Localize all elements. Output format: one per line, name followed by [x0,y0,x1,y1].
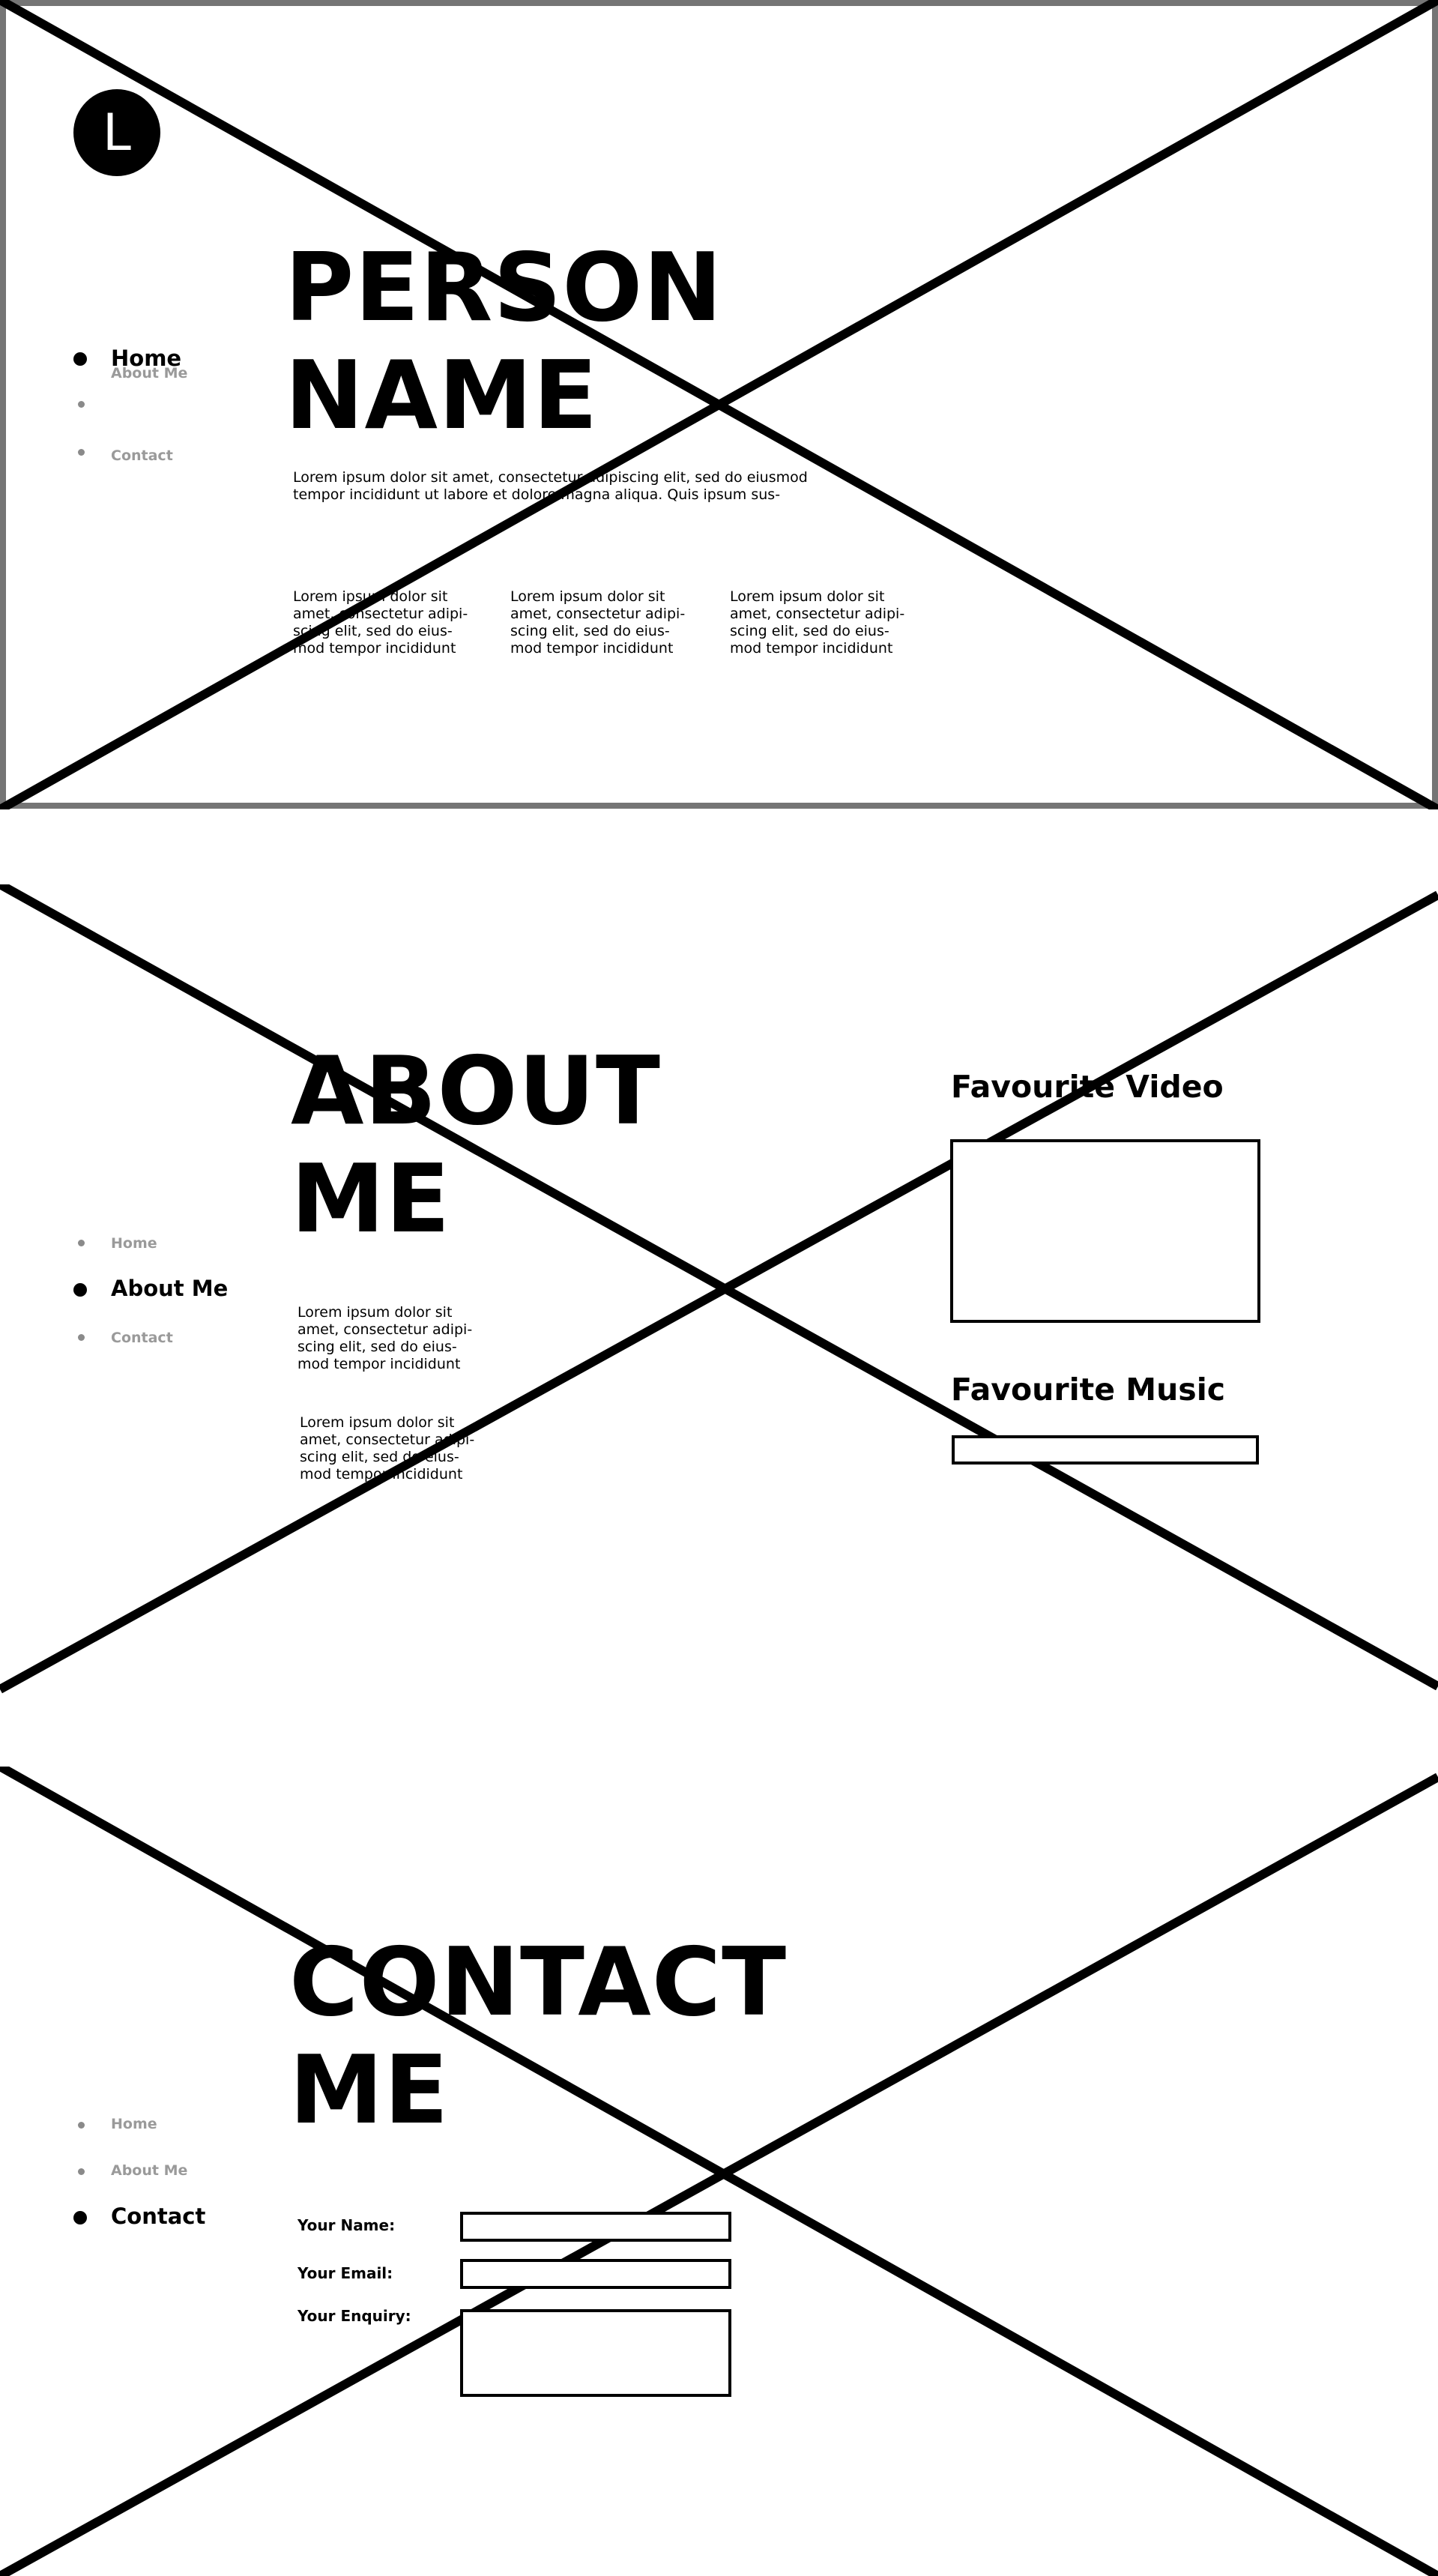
favourite-video-heading: Favourite Video [951,1069,1224,1105]
nav-dot-contact[interactable] [78,449,85,456]
nav-dot-about-me[interactable] [78,2168,85,2175]
hero-column-1: Lorem ipsum dolor sit amet, consectetur … [293,588,468,657]
contact-title-line1: CONTACT [289,1927,788,2037]
nav-link-about-me[interactable]: About Me [111,365,187,381]
nav-link-contact[interactable]: Contact [111,1330,173,1346]
nav-dot-contact-active[interactable] [73,2211,87,2224]
logo[interactable]: L [73,89,160,176]
nav-dot-home[interactable] [78,2122,85,2129]
favourite-music-player[interactable] [952,1435,1259,1465]
contact-title-line2: ME [289,2035,450,2145]
contact-title: CONTACT ME [289,1928,787,2144]
nav-link-about-me[interactable]: About Me [111,1276,228,1301]
about-paragraph-2: Lorem ipsum dolor sit amet, consectetur … [300,1414,475,1482]
nav-link-home[interactable]: Home [111,2116,157,2132]
favourite-music-heading: Favourite Music [951,1372,1226,1408]
hero-intro-text: Lorem ipsum dolor sit amet, consectetur … [293,469,808,503]
nav-dot-contact[interactable] [78,1334,85,1341]
hero-section: L Home About Me Contact PERSON NAME Lore… [0,0,1438,809]
name-field[interactable] [460,2212,731,2242]
about-title: ABOUT ME [291,1037,661,1253]
nav-link-home[interactable]: Home [111,1235,157,1252]
hero-title: PERSON NAME [285,234,723,450]
about-paragraph-1: Lorem ipsum dolor sit amet, consectetur … [297,1304,473,1372]
nav-dot-about-me[interactable] [78,401,85,408]
hero-title-line1: PERSON [285,232,723,343]
enquiry-field-label: Your Enquiry: [297,2307,411,2325]
name-field-label: Your Name: [297,2216,396,2234]
contact-section: Home About Me Contact CONTACT ME Your Na… [0,1767,1438,2576]
about-title-line1: ABOUT [291,1036,661,1146]
hero-title-line2: NAME [285,340,599,450]
nav-link-about-me[interactable]: About Me [111,2162,187,2179]
logo-letter: L [103,103,131,163]
about-title-line2: ME [291,1144,451,1254]
hero-column-3: Lorem ipsum dolor sit amet, consectetur … [730,588,905,657]
nav-link-contact[interactable]: Contact [111,2204,205,2229]
enquiry-textarea[interactable] [460,2309,731,2397]
nav-dot-home-active[interactable] [73,352,87,366]
nav-link-contact[interactable]: Contact [111,447,173,464]
about-section: Home About Me Contact ABOUT ME Lorem ips… [0,884,1438,1694]
contact-placeholder-cross [0,1767,1438,2576]
email-field-label: Your Email: [297,2264,393,2282]
hero-column-2: Lorem ipsum dolor sit amet, consectetur … [510,588,686,657]
email-field[interactable] [460,2259,731,2289]
nav-dot-about-me-active[interactable] [73,1283,87,1297]
favourite-video-player[interactable] [950,1139,1260,1323]
nav-dot-home[interactable] [78,1240,85,1246]
